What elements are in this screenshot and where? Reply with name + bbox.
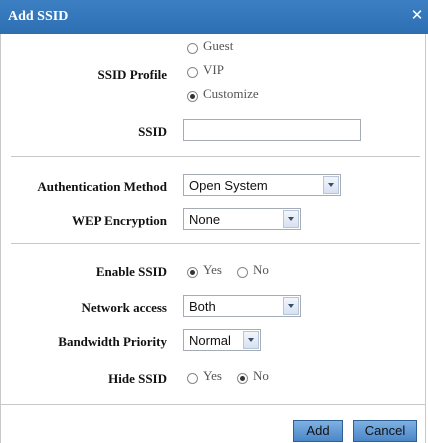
enable-ssid-radio-no[interactable]: No	[237, 262, 269, 278]
divider	[11, 156, 420, 157]
chevron-down-icon[interactable]	[283, 210, 299, 228]
radio-label: Yes	[203, 262, 222, 277]
radio-icon	[187, 66, 198, 78]
chevron-down-icon[interactable]	[243, 331, 259, 349]
radio-label: VIP	[203, 62, 224, 77]
auth-method-label: Authentication Method	[37, 179, 167, 194]
radio-checked-icon	[187, 90, 198, 102]
chevron-down-icon[interactable]	[323, 176, 339, 194]
auth-method-value: Open System	[189, 178, 268, 193]
add-button[interactable]: Add	[293, 420, 343, 442]
wep-encryption-label: WEP Encryption	[72, 213, 167, 228]
network-access-value: Both	[189, 299, 216, 314]
dialog-body: SSID Profile Guest VIP Customize SSID Au…	[0, 34, 426, 443]
radio-label: Guest	[203, 38, 234, 53]
wep-encryption-value: None	[189, 212, 221, 227]
network-access-label: Network access	[81, 300, 167, 315]
radio-checked-icon	[187, 266, 198, 278]
add-ssid-dialog: Add SSID ✕ SSID Profile Guest VIP Custom…	[0, 0, 428, 443]
hide-ssid-label: Hide SSID	[108, 371, 167, 386]
radio-icon	[187, 42, 198, 54]
divider	[11, 243, 420, 244]
ssid-profile-radio-vip[interactable]: VIP	[187, 62, 224, 78]
ssid-profile-radio-guest[interactable]: Guest	[187, 38, 233, 54]
hide-ssid-radio-no[interactable]: No	[237, 368, 269, 384]
radio-label: Customize	[203, 86, 259, 101]
wep-encryption-select[interactable]: None	[183, 208, 301, 230]
radio-label: Yes	[203, 368, 222, 383]
ssid-label: SSID	[138, 124, 167, 139]
dialog-titlebar: Add SSID ✕	[0, 0, 428, 34]
ssid-input[interactable]	[183, 119, 361, 141]
ssid-profile-radio-customize[interactable]: Customize	[187, 86, 259, 102]
ssid-profile-label: SSID Profile	[97, 67, 167, 82]
hide-ssid-radio-yes[interactable]: Yes	[187, 368, 222, 384]
auth-method-select[interactable]: Open System	[183, 174, 341, 196]
cancel-button[interactable]: Cancel	[353, 420, 417, 442]
radio-icon	[237, 266, 248, 278]
radio-checked-icon	[237, 372, 248, 384]
network-access-select[interactable]: Both	[183, 295, 301, 317]
chevron-down-icon[interactable]	[283, 297, 299, 315]
radio-label: No	[253, 368, 269, 383]
dialog-title: Add SSID	[8, 9, 69, 24]
footer-divider	[1, 404, 425, 405]
radio-icon	[187, 372, 198, 384]
enable-ssid-label: Enable SSID	[95, 264, 167, 279]
close-icon[interactable]: ✕	[408, 6, 426, 24]
bandwidth-priority-select[interactable]: Normal	[183, 329, 261, 351]
bandwidth-priority-value: Normal	[189, 333, 231, 348]
enable-ssid-radio-yes[interactable]: Yes	[187, 262, 222, 278]
radio-label: No	[253, 262, 269, 277]
bandwidth-priority-label: Bandwidth Priority	[58, 334, 167, 349]
